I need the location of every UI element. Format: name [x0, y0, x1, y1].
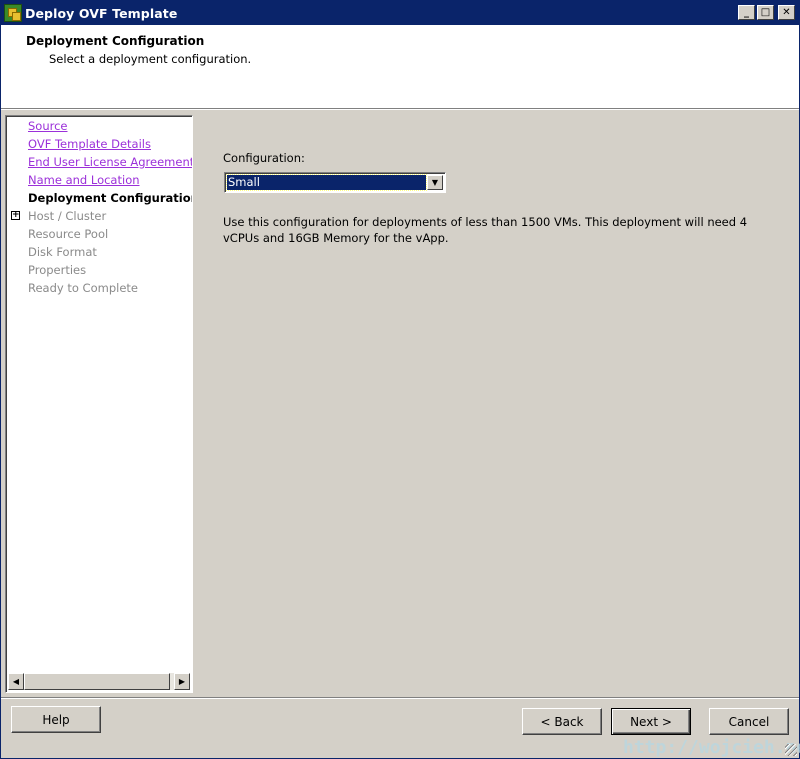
- wizard-steps-panel: Source OVF Template Details End User Lic…: [5, 115, 193, 693]
- horizontal-scrollbar[interactable]: ◀ ▶: [8, 673, 190, 690]
- title-bar: Deploy OVF Template _ □ ✕: [1, 1, 799, 25]
- deploy-ovf-dialog: Deploy OVF Template _ □ ✕ Deployment Con…: [0, 0, 800, 759]
- footer-divider: [1, 697, 799, 699]
- window-title: Deploy OVF Template: [25, 5, 178, 21]
- step-source[interactable]: Source: [28, 119, 68, 133]
- expand-plus-icon[interactable]: +: [11, 211, 20, 220]
- scroll-thumb[interactable]: [24, 673, 170, 690]
- maximize-button[interactable]: □: [757, 5, 774, 20]
- configuration-selected-value[interactable]: Small: [226, 174, 427, 191]
- configuration-description: Use this configuration for deployments o…: [223, 215, 748, 245]
- step-properties: Properties: [28, 263, 87, 277]
- close-button[interactable]: ✕: [778, 5, 795, 20]
- resize-grip-icon[interactable]: [785, 744, 797, 756]
- step-ready-to-complete: Ready to Complete: [28, 281, 138, 295]
- back-button[interactable]: < Back: [522, 708, 602, 735]
- cancel-button[interactable]: Cancel: [709, 708, 789, 735]
- step-host-cluster: Host / Cluster: [28, 209, 107, 223]
- configuration-label: Configuration:: [223, 151, 305, 165]
- dropdown-arrow-icon[interactable]: ▼: [427, 175, 443, 190]
- step-deployment-configuration: Deployment Configuration: [28, 191, 193, 205]
- step-resource-pool: Resource Pool: [28, 227, 109, 241]
- header-divider: [1, 109, 799, 110]
- scroll-right-arrow-icon[interactable]: ▶: [174, 673, 190, 690]
- vsphere-app-icon: [4, 4, 22, 22]
- step-name-and-location[interactable]: Name and Location: [28, 173, 140, 187]
- page-title: Deployment Configuration: [26, 34, 205, 48]
- step-eula[interactable]: End User License Agreement: [28, 155, 192, 169]
- step-ovf-template-details[interactable]: OVF Template Details: [28, 137, 151, 151]
- configuration-dropdown[interactable]: Small ▼: [224, 172, 446, 193]
- step-disk-format: Disk Format: [28, 245, 97, 259]
- content-panel: Configuration: Small ▼ Use this configur…: [197, 115, 799, 693]
- wizard-header: Deployment Configuration Select a deploy…: [1, 25, 799, 109]
- next-button[interactable]: Next >: [611, 708, 691, 735]
- minimize-button[interactable]: _: [738, 5, 755, 20]
- scroll-left-arrow-icon[interactable]: ◀: [8, 673, 24, 690]
- help-button[interactable]: Help: [11, 706, 101, 733]
- watermark-text: http://wojcieh.ne: [623, 737, 800, 758]
- window-controls: _ □ ✕: [738, 5, 795, 20]
- page-subtitle: Select a deployment configuration.: [49, 52, 252, 66]
